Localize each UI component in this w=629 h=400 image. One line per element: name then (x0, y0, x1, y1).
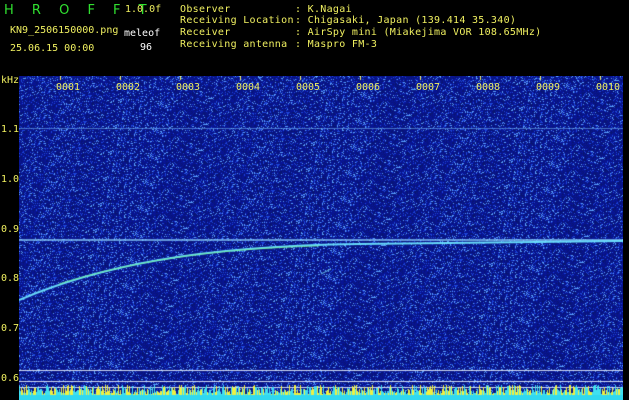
y-tick-label: 0.8 (1, 273, 20, 284)
y-tick-label: 0.7 (1, 323, 20, 334)
observer-label: Observer (180, 4, 231, 15)
version-label: 1.0.0f (125, 4, 162, 15)
filename-label: KN9_2506150000.png (10, 25, 119, 36)
receiver-value: : AirSpy mini (Miakejima VOR 108.65MHz) (295, 27, 542, 38)
antenna-value: : Maspro FM-3 (295, 39, 378, 50)
count-label: 96 (140, 42, 153, 53)
x-tick-label: 0004 (236, 82, 261, 93)
spectrogram-canvas (19, 76, 623, 400)
y-tick-label: 0.6 (1, 373, 20, 384)
x-tick-label: 0001 (56, 82, 81, 93)
y-tick-label: 0.9 (1, 224, 20, 235)
mode-label: meleof (124, 28, 161, 39)
location-value: : Chigasaki, Japan (139.414 35.340) (295, 15, 517, 26)
x-tick-label: 0006 (356, 82, 381, 93)
antenna-label: Receiving antenna (180, 39, 288, 50)
x-tick-label: 0010 (596, 82, 621, 93)
y-tick-label: 1.0 (1, 174, 20, 185)
y-axis-unit: kHz (1, 75, 20, 86)
x-tick-label: 0002 (116, 82, 141, 93)
y-tick-label: 1.1 (1, 124, 20, 135)
hrofft-screen: H R O F F T 1.0.0f KN9_2506150000.png me… (0, 0, 629, 400)
x-tick-label: 0005 (296, 82, 321, 93)
receiver-label: Receiver (180, 27, 231, 38)
datetime-label: 25.06.15 00:00 (10, 43, 95, 54)
x-tick-label: 0008 (476, 82, 501, 93)
x-tick-label: 0003 (176, 82, 201, 93)
location-label: Receiving Location (180, 15, 294, 26)
x-tick-label: 0009 (536, 82, 561, 93)
x-tick-label: 0007 (416, 82, 441, 93)
observer-value: : K.Nagai (295, 4, 352, 15)
